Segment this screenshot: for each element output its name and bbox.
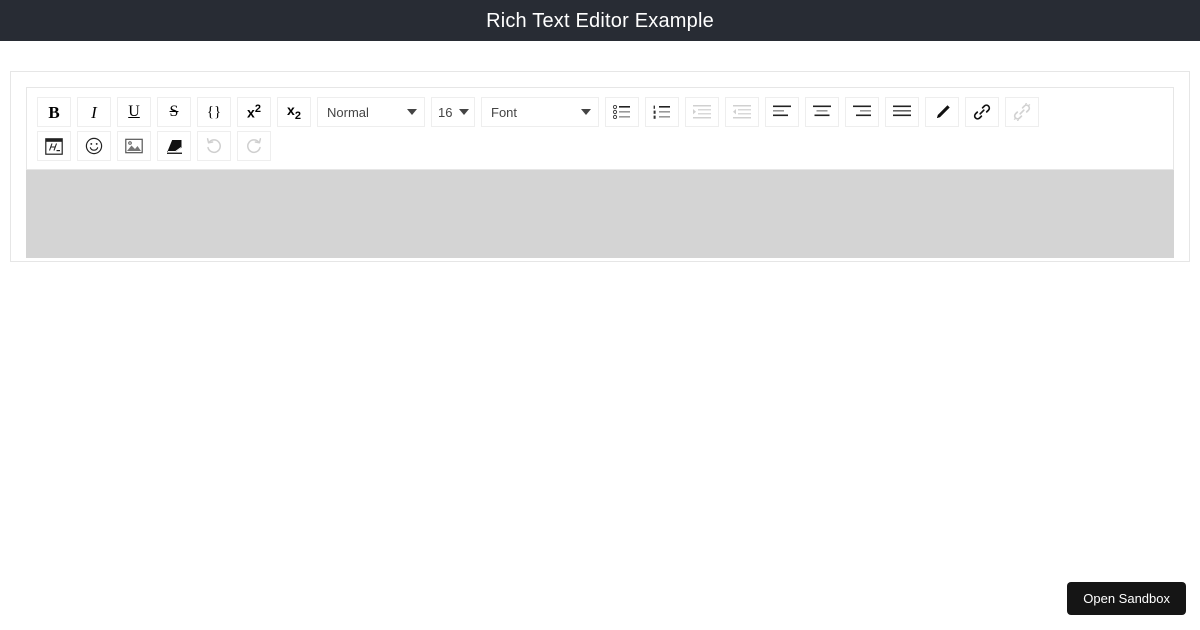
link-icon — [973, 104, 991, 120]
align-justify-icon — [893, 105, 911, 117]
align-right-button[interactable] — [845, 97, 879, 127]
align-center-icon — [813, 105, 831, 117]
emoji-icon — [85, 137, 103, 155]
align-justify-button[interactable] — [885, 97, 919, 127]
link-button[interactable] — [965, 97, 999, 127]
chevron-down-icon — [407, 109, 417, 115]
redo-icon — [247, 138, 262, 154]
font-size-select[interactable]: 16 — [431, 97, 475, 127]
code-block-icon: {} — [206, 103, 222, 120]
chevron-down-icon — [581, 109, 591, 115]
underline-icon: U — [128, 103, 140, 120]
image-icon — [125, 138, 143, 154]
outdent-icon — [733, 105, 751, 119]
font-family-select[interactable]: Font — [481, 97, 599, 127]
ordered-list-button[interactable] — [645, 97, 679, 127]
code-block-button[interactable]: {} — [197, 97, 231, 127]
formula-icon — [45, 137, 63, 155]
align-right-icon — [853, 105, 871, 117]
eraser-icon — [166, 139, 182, 154]
bold-button[interactable]: B — [37, 97, 71, 127]
eraser-button[interactable] — [157, 131, 191, 161]
subscript-icon: x2 — [287, 101, 301, 122]
emoji-button[interactable] — [77, 131, 111, 161]
editor-content-area[interactable] — [26, 170, 1174, 258]
ordered-list-icon — [653, 105, 670, 119]
redo-button[interactable] — [237, 131, 271, 161]
formula-button[interactable] — [37, 131, 71, 161]
chevron-down-icon — [459, 109, 469, 115]
bullet-list-button[interactable] — [605, 97, 639, 127]
unlink-icon — [1013, 103, 1031, 121]
superscript-icon: x2 — [247, 103, 261, 121]
indent-button[interactable] — [685, 97, 719, 127]
bold-icon: B — [48, 102, 60, 122]
unlink-button[interactable] — [1005, 97, 1039, 127]
rich-text-editor: B I U S {} x2 x2 Normal 16 Font — [10, 71, 1190, 262]
underline-button[interactable]: U — [117, 97, 151, 127]
header-select[interactable]: Normal — [317, 97, 425, 127]
editor-toolbar: B I U S {} x2 x2 Normal 16 Font — [26, 87, 1174, 170]
undo-icon — [206, 138, 221, 154]
subscript-button[interactable]: x2 — [277, 97, 311, 127]
superscript-button[interactable]: x2 — [237, 97, 271, 127]
italic-icon: I — [91, 102, 97, 122]
bullet-list-icon — [613, 105, 630, 119]
toolbar-row-2 — [32, 129, 1168, 163]
strikethrough-button[interactable]: S — [157, 97, 191, 127]
image-button[interactable] — [117, 131, 151, 161]
align-left-icon — [773, 105, 791, 117]
page-title: Rich Text Editor Example — [486, 9, 714, 32]
font-size-select-value: 16 — [438, 104, 453, 120]
font-family-select-value: Font — [491, 104, 518, 120]
align-center-button[interactable] — [805, 97, 839, 127]
pen-button[interactable] — [925, 97, 959, 127]
page-header: Rich Text Editor Example — [0, 0, 1200, 41]
align-left-button[interactable] — [765, 97, 799, 127]
open-sandbox-button[interactable]: Open Sandbox — [1067, 582, 1186, 615]
pen-icon — [936, 104, 950, 118]
header-select-value: Normal — [327, 104, 369, 120]
italic-button[interactable]: I — [77, 97, 111, 127]
undo-button[interactable] — [197, 131, 231, 161]
outdent-button[interactable] — [725, 97, 759, 127]
strikethrough-icon: S — [169, 103, 179, 120]
indent-icon — [693, 105, 711, 119]
toolbar-row-1: B I U S {} x2 x2 Normal 16 Font — [32, 95, 1168, 129]
